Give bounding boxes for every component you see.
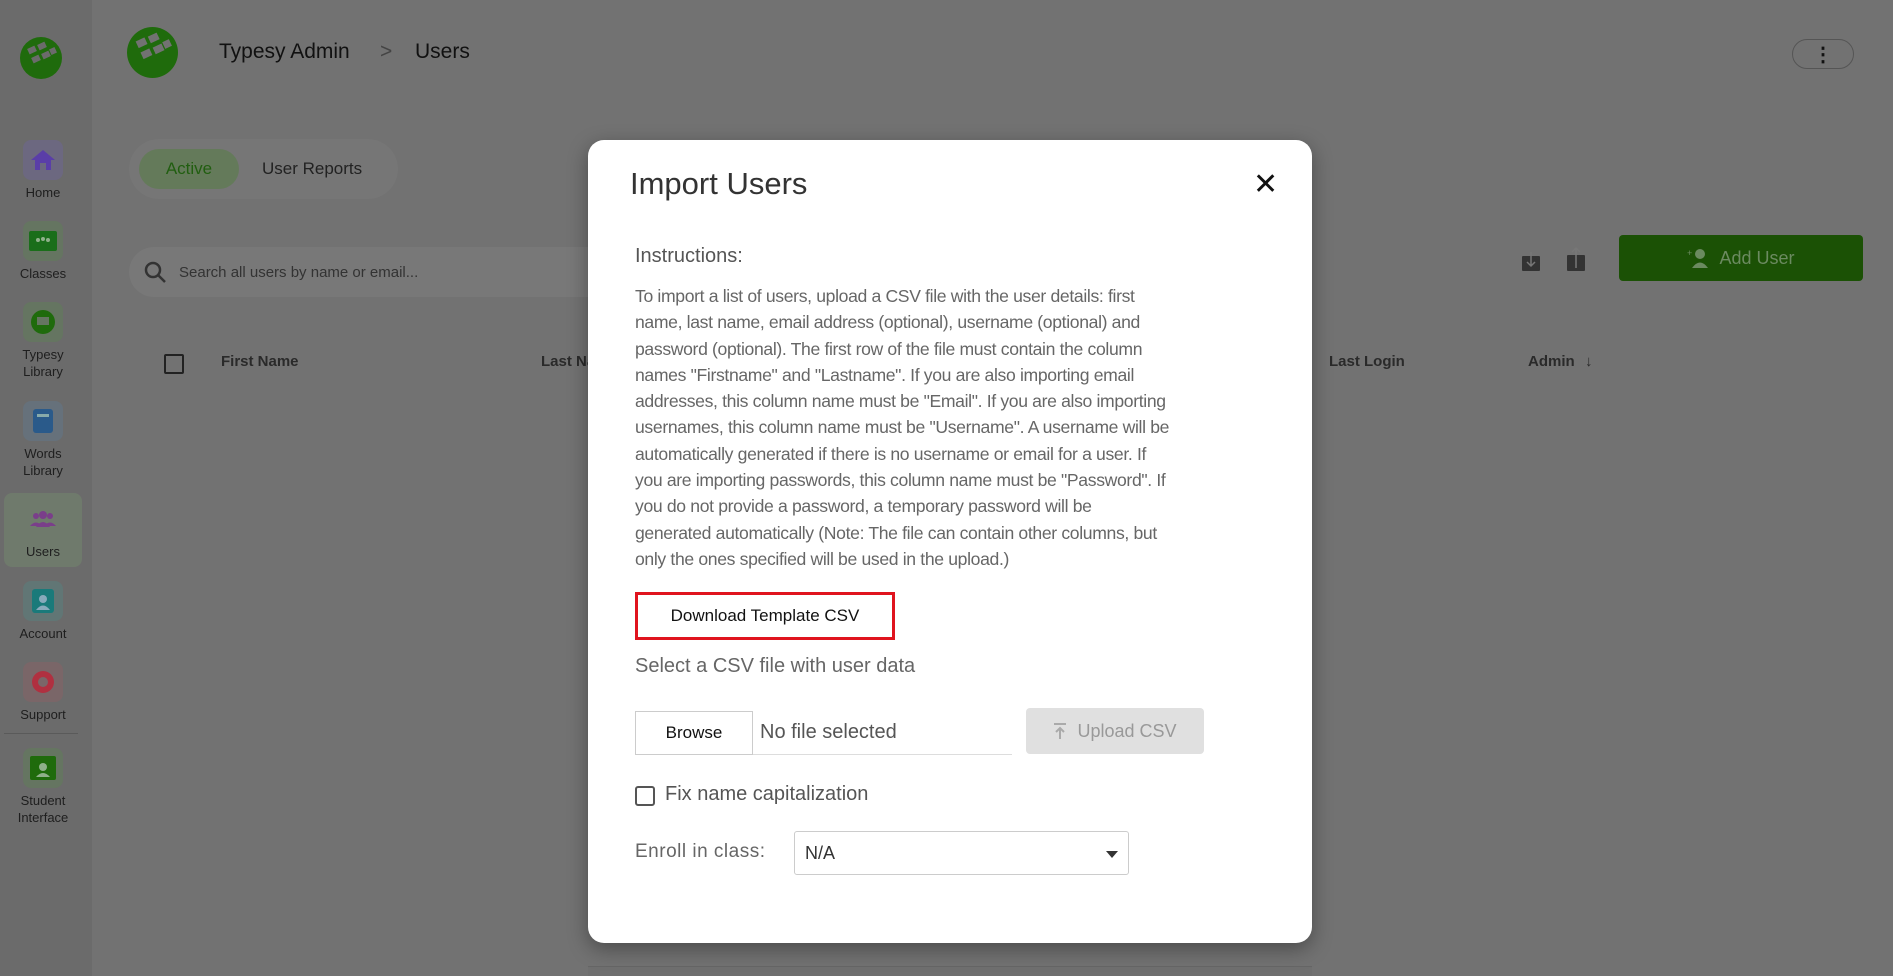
upload-csv-button[interactable]: Upload CSV [1026, 708, 1204, 754]
instructions-line: you do not provide a password, a tempora… [635, 496, 1092, 517]
close-icon[interactable]: ✕ [1253, 170, 1278, 200]
breadcrumb-root[interactable]: Typesy Admin [219, 40, 350, 64]
sidebar-item-label: Typesy [22, 347, 64, 362]
sidebar: Home Classes Typesy Library Words Librar… [0, 0, 92, 976]
classes-icon [23, 221, 63, 261]
instructions-line: names "Firstname" and "Lastname". If you… [635, 364, 1134, 385]
instructions-line: generated automatically (Note: The file … [635, 522, 1157, 543]
account-icon [23, 581, 63, 621]
more-options-button[interactable]: ⋮ [1792, 39, 1854, 69]
upload-label: Upload CSV [1077, 720, 1177, 741]
instructions-line: To import a list of users, upload a CSV … [635, 286, 1135, 306]
instructions-line: usernames, this column name must be "Use… [635, 417, 1170, 438]
instructions-line: addresses, this column name must be "Ema… [635, 391, 1166, 412]
sidebar-item-label: Users [26, 544, 60, 559]
home-icon [23, 140, 63, 180]
instructions-line: you are importing passwords, this column… [635, 470, 1166, 491]
select-all-checkbox[interactable] [164, 354, 184, 374]
search-icon [144, 261, 166, 283]
upload-icon [1054, 723, 1067, 739]
enroll-class-select[interactable]: N/A [794, 831, 1129, 875]
enroll-class-value: N/A [805, 843, 836, 863]
import-icon[interactable] [1566, 246, 1586, 277]
file-name-field[interactable]: No file selected [753, 711, 1012, 755]
tab-bar: Active User Reports [129, 139, 398, 199]
sidebar-item-student-interface[interactable]: Student Interface [4, 748, 82, 826]
sidebar-item-label: Classes [19, 266, 67, 281]
select-file-label: Select a CSV file with user data [635, 655, 916, 677]
sidebar-item-label: Support [20, 707, 66, 722]
tab-user-reports[interactable]: User Reports [262, 149, 362, 189]
add-user-button[interactable]: + Add User [1619, 235, 1863, 281]
add-user-icon: + [1687, 248, 1709, 268]
instructions-line: password (optional). The first row of th… [635, 338, 1143, 359]
search-placeholder: Search all users by name or email... [179, 263, 419, 281]
browse-button[interactable]: Browse [635, 711, 753, 755]
background-card-edge [588, 966, 1312, 976]
support-icon [23, 662, 63, 702]
sidebar-item-words-library[interactable]: Words Library [4, 401, 82, 479]
import-users-dialog: Import Users ✕ Instructions: To import a… [588, 140, 1312, 943]
column-admin[interactable]: Admin [1528, 353, 1575, 370]
book-icon [23, 401, 63, 441]
sidebar-item-home[interactable]: Home [4, 140, 82, 201]
typesy-library-icon [23, 302, 63, 342]
instructions-text: To import a list of users, upload a CSV … [635, 283, 1169, 572]
sidebar-item-typesy-library[interactable]: Typesy Library [4, 302, 82, 380]
sidebar-item-users[interactable]: Users [4, 493, 82, 567]
enroll-class-label: Enroll in class: [635, 841, 766, 862]
student-interface-icon [23, 748, 63, 788]
sidebar-item-label: Interface [17, 810, 69, 825]
sidebar-item-classes[interactable]: Classes [4, 221, 82, 282]
column-last-login[interactable]: Last Login [1329, 353, 1405, 370]
fix-capitalization-label[interactable]: Fix name capitalization [665, 783, 868, 806]
search-input[interactable]: Search all users by name or email... [129, 247, 649, 297]
svg-text:+: + [1687, 248, 1692, 258]
breadcrumb-current: Users [415, 40, 470, 63]
sidebar-item-support[interactable]: Support [4, 662, 82, 723]
sidebar-item-label: Student [20, 793, 66, 808]
dialog-title: Import Users [630, 166, 808, 201]
users-icon [23, 499, 63, 539]
export-icon[interactable] [1521, 250, 1541, 277]
instructions-heading: Instructions: [635, 245, 743, 267]
sidebar-item-label: Words [24, 446, 62, 461]
sidebar-item-label: Account [19, 626, 67, 641]
sort-down-icon: ↓ [1585, 353, 1593, 370]
add-user-label: Add User [1719, 247, 1795, 268]
instructions-line: automatically generated if there is no u… [635, 443, 1147, 464]
sidebar-divider [4, 733, 78, 734]
sidebar-item-label: Library [23, 463, 63, 478]
chevron-down-icon [1106, 851, 1118, 858]
column-first-name[interactable]: First Name [221, 353, 299, 370]
sidebar-item-account[interactable]: Account [4, 581, 82, 642]
typesy-logo[interactable] [20, 37, 62, 79]
download-template-csv-button[interactable]: Download Template CSV [635, 592, 895, 640]
breadcrumb-separator-icon: > [380, 40, 393, 63]
sidebar-item-label: Library [23, 364, 63, 379]
instructions-line: only the ones specified will be used in … [635, 548, 1010, 569]
header-logo[interactable] [127, 27, 178, 78]
tab-active[interactable]: Active [139, 149, 239, 189]
fix-capitalization-checkbox[interactable] [635, 786, 655, 806]
sidebar-item-label: Home [25, 185, 61, 200]
instructions-line: name, last name, email address (optional… [635, 312, 1140, 333]
